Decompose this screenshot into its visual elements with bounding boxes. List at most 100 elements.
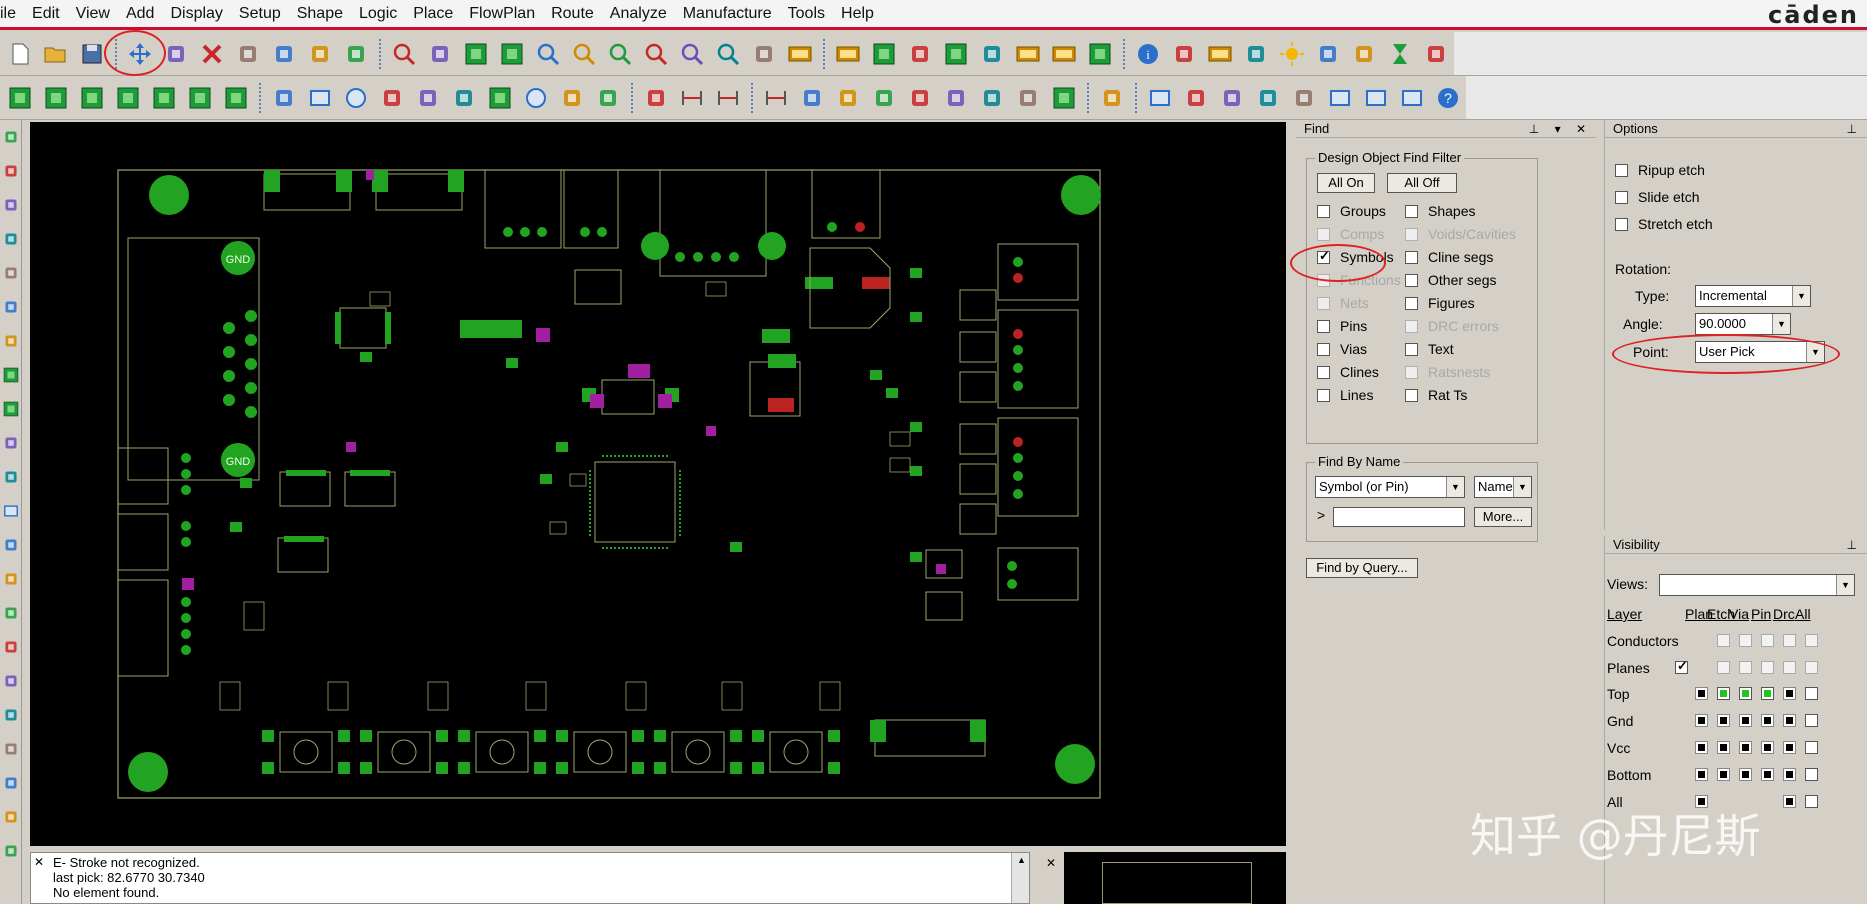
gift-button[interactable] — [1178, 80, 1214, 116]
mail-button[interactable] — [1358, 80, 1394, 116]
visibility-toggle[interactable] — [1805, 634, 1818, 647]
pin-icon[interactable]: ⊥ — [1847, 536, 1863, 554]
layer-visibility-toggle[interactable] — [1717, 714, 1730, 727]
menu-manufacture[interactable]: Manufacture — [675, 5, 780, 23]
check-button[interactable] — [1250, 80, 1286, 116]
more-button[interactable]: More... — [1474, 507, 1532, 527]
close-icon[interactable]: ✕ — [1046, 856, 1056, 870]
visibility-column-all[interactable]: All — [1795, 606, 1811, 622]
visibility-toggle[interactable] — [1783, 634, 1796, 647]
layer-visibility-toggle[interactable] — [1695, 741, 1708, 754]
resistor-button[interactable] — [902, 80, 938, 116]
zoom-out-button[interactable] — [638, 36, 674, 72]
edit-tool[interactable] — [0, 562, 22, 596]
color-button[interactable] — [902, 36, 938, 72]
spiral-tool[interactable] — [0, 426, 22, 460]
world-view-frame[interactable] — [1102, 862, 1252, 904]
visibility-toggle[interactable] — [1761, 661, 1774, 674]
filter-text[interactable]: Text — [1405, 341, 1454, 357]
all-off-button[interactable]: All Off — [1387, 173, 1457, 193]
all-on-button[interactable]: All On — [1317, 173, 1375, 193]
pcb-canvas[interactable]: GND GND — [30, 122, 1286, 846]
filter-checkbox[interactable] — [1317, 204, 1330, 218]
visibility-toggle[interactable] — [1739, 634, 1752, 647]
3d-view-button[interactable] — [782, 36, 818, 72]
window-button[interactable] — [1322, 80, 1358, 116]
stretch-etch-option[interactable]: Stretch etch — [1615, 216, 1713, 232]
text-tool[interactable] — [0, 766, 22, 800]
filter-checkbox[interactable] — [1317, 342, 1330, 356]
select-shape-button[interactable] — [374, 80, 410, 116]
component-b-button[interactable] — [38, 80, 74, 116]
menu-analyze[interactable]: Analyze — [602, 5, 675, 23]
shape-rect-button[interactable] — [302, 80, 338, 116]
menu-flowplan[interactable]: FlowPlan — [461, 5, 543, 23]
grid-tool[interactable] — [0, 392, 22, 426]
delete-button[interactable] — [194, 36, 230, 72]
layer-visibility-toggle[interactable] — [1783, 714, 1796, 727]
find-mode-select[interactable]: Name ▼ — [1474, 476, 1532, 498]
visibility-toggle[interactable] — [1783, 661, 1796, 674]
dim-ext-button[interactable] — [758, 80, 794, 116]
component-f-button[interactable] — [182, 80, 218, 116]
pin-button[interactable] — [422, 36, 458, 72]
filter-figures[interactable]: Figures — [1405, 295, 1475, 311]
cut-tool[interactable] — [0, 630, 22, 664]
layer-visibility-toggle[interactable] — [1739, 741, 1752, 754]
visibility-toggle[interactable] — [1717, 661, 1730, 674]
menu-add[interactable]: Add — [118, 5, 162, 23]
trace-tool[interactable] — [0, 596, 22, 630]
ripup-etch-option[interactable]: Ripup etch — [1615, 162, 1705, 178]
zoom-fit-button[interactable] — [530, 36, 566, 72]
layers-button[interactable] — [938, 36, 974, 72]
flag-button[interactable] — [938, 80, 974, 116]
zip-tool[interactable] — [0, 834, 22, 868]
filter-vias[interactable]: Vias — [1317, 341, 1367, 357]
close-icon[interactable]: ✕ — [34, 855, 44, 869]
visibility-toggle[interactable] — [1717, 634, 1730, 647]
chip-tool[interactable] — [0, 188, 22, 222]
command-scrollbar[interactable]: ▲ — [1011, 853, 1029, 903]
filter-pins[interactable]: Pins — [1317, 318, 1367, 334]
shape-circle2-button[interactable] — [518, 80, 554, 116]
zoom-world-button[interactable] — [710, 36, 746, 72]
drc-button[interactable] — [1418, 36, 1454, 72]
undo-button[interactable] — [230, 36, 266, 72]
dimension-button[interactable] — [674, 80, 710, 116]
panel-controls[interactable]: ⊥ ▾ ✕ — [1529, 120, 1592, 138]
grid-button[interactable] — [494, 36, 530, 72]
dimension2-button[interactable] — [710, 80, 746, 116]
redo-list-button[interactable] — [338, 36, 374, 72]
fanout-tool[interactable] — [0, 256, 22, 290]
filter-clines[interactable]: Clines — [1317, 364, 1379, 380]
visibility-column-via[interactable]: Via — [1729, 606, 1749, 622]
layer-visibility-toggle[interactable] — [1739, 768, 1752, 781]
zoom-in-button[interactable] — [602, 36, 638, 72]
filter-checkbox[interactable] — [1317, 319, 1330, 333]
shape-line-button[interactable] — [266, 80, 302, 116]
zoom-previous-button[interactable] — [674, 36, 710, 72]
visibility-toggle[interactable]: ✓ — [1675, 658, 1688, 674]
add-tool[interactable] — [0, 528, 22, 562]
menu-route[interactable]: Route — [543, 5, 602, 23]
slide-tool[interactable] — [0, 664, 22, 698]
rect-tool[interactable] — [0, 494, 22, 528]
via-tool[interactable] — [0, 732, 22, 766]
highlight-button[interactable] — [1238, 36, 1274, 72]
filter-lines[interactable]: Lines — [1317, 387, 1373, 403]
views-select[interactable]: ▼ — [1659, 574, 1855, 596]
layer-visibility-toggle[interactable] — [1805, 795, 1818, 808]
bend-tool[interactable] — [0, 800, 22, 834]
scroll-up-icon[interactable]: ▲ — [1017, 855, 1026, 865]
layer-visibility-toggle[interactable] — [1739, 714, 1752, 727]
place-tool[interactable] — [0, 120, 22, 154]
layer-visibility-toggle[interactable] — [1761, 768, 1774, 781]
visibility-toggle[interactable] — [1739, 661, 1752, 674]
filter-checkbox[interactable] — [1405, 250, 1418, 264]
shape-edit-button[interactable] — [554, 80, 590, 116]
rotation-type-select[interactable]: Incremental ▼ — [1695, 285, 1811, 307]
layer-visibility-toggle[interactable] — [1783, 768, 1796, 781]
route-tool[interactable] — [0, 222, 22, 256]
visibility-column-pin[interactable]: Pin — [1751, 606, 1771, 622]
find-by-query-button[interactable]: Find by Query... — [1306, 558, 1418, 578]
